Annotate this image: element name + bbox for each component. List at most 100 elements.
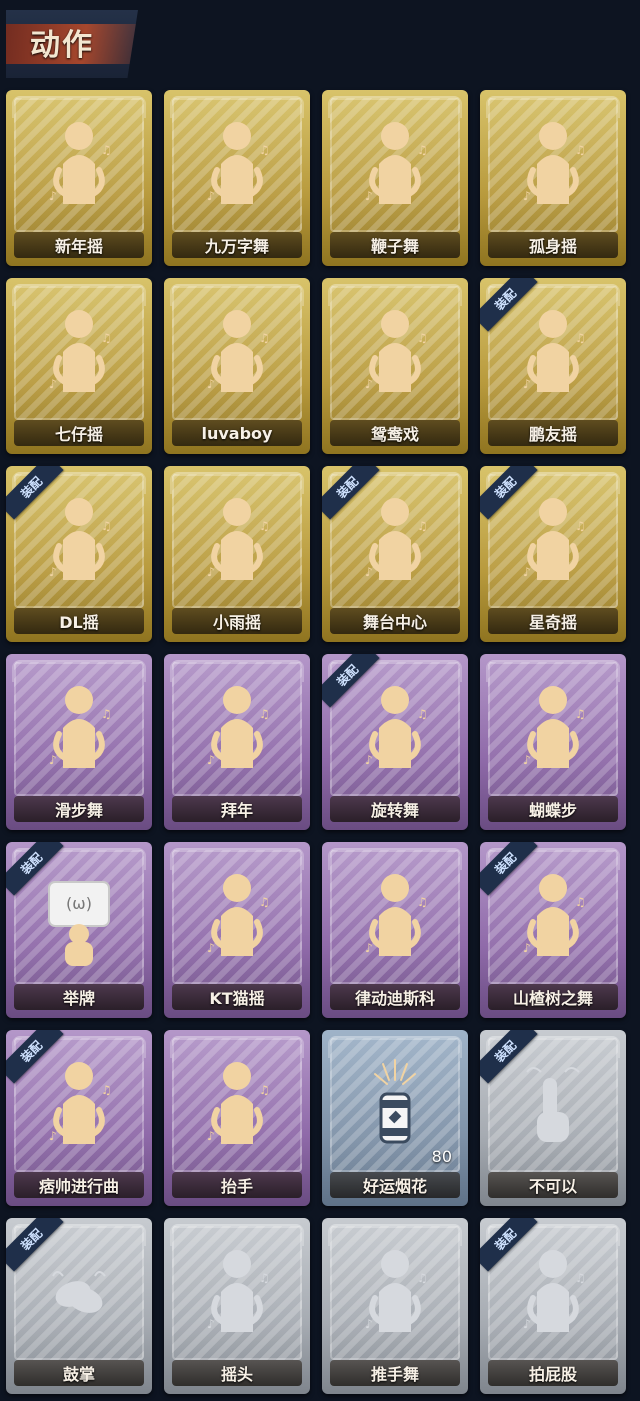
- emote-card[interactable]: ♪ ♫ 滑步舞: [6, 654, 152, 830]
- section-title: 动作: [30, 28, 94, 63]
- svg-text:♫: ♫: [101, 331, 112, 345]
- emote-label: 七仔摇: [14, 420, 144, 446]
- dance-figure-icon: ♪ ♫: [515, 678, 591, 782]
- emote-card[interactable]: ♪ ♫ 抬手: [164, 1030, 310, 1206]
- svg-text:♪: ♪: [523, 565, 531, 579]
- svg-text:♫: ♫: [575, 519, 586, 533]
- svg-text:♪: ♪: [365, 941, 373, 955]
- svg-text:♫: ♫: [575, 707, 586, 721]
- clapping-hands-icon: [41, 1242, 117, 1346]
- svg-text:♫: ♫: [575, 895, 586, 909]
- svg-text:♪: ♪: [49, 189, 57, 203]
- svg-text:♪: ♪: [49, 565, 57, 579]
- emote-label: DL摇: [14, 608, 144, 634]
- item-count: 80: [431, 1147, 452, 1166]
- svg-text:♪: ♪: [523, 753, 531, 767]
- firework-icon: [357, 1054, 433, 1158]
- dance-figure-icon: ♪ ♫: [515, 114, 591, 218]
- dance-figure-icon: ♪ ♫: [41, 678, 117, 782]
- svg-text:♫: ♫: [101, 1083, 112, 1097]
- dance-figure-icon: ♪ ♫: [199, 490, 275, 594]
- emote-card[interactable]: ♪ ♫ 装配 星奇摇: [480, 466, 626, 642]
- dance-figure-icon: ♪ ♫: [41, 114, 117, 218]
- svg-text:♫: ♫: [259, 331, 270, 345]
- emote-card[interactable]: ♪ ♫ 律动迪斯科: [322, 842, 468, 1018]
- emote-card[interactable]: ♪ ♫ 装配 鹏友摇: [480, 278, 626, 454]
- dance-figure-icon: ♪ ♫: [515, 1242, 591, 1346]
- emote-card[interactable]: ♪ ♫ luvaboy: [164, 278, 310, 454]
- emote-card[interactable]: ♪ ♫ 推手舞: [322, 1218, 468, 1394]
- dance-figure-icon: ♪ ♫: [357, 678, 433, 782]
- svg-text:♫: ♫: [259, 707, 270, 721]
- dance-figure-icon: ♪ ♫: [199, 866, 275, 970]
- emote-card[interactable]: ♪ ♫ 孤身摇: [480, 90, 626, 266]
- dance-figure-icon: ♪ ♫: [515, 302, 591, 406]
- emote-label: 举牌: [14, 984, 144, 1010]
- svg-text:♫: ♫: [417, 519, 428, 533]
- emote-card[interactable]: ♪ ♫ 拜年: [164, 654, 310, 830]
- svg-text:♫: ♫: [417, 707, 428, 721]
- emote-card[interactable]: ♪ ♫ 装配 拍屁股: [480, 1218, 626, 1394]
- emote-card[interactable]: (ω) 装配 举牌: [6, 842, 152, 1018]
- emote-label: 旋转舞: [330, 796, 460, 822]
- dance-figure-icon: ♪ ♫: [357, 114, 433, 218]
- svg-text:(ω): (ω): [66, 894, 92, 913]
- emote-card[interactable]: ♪ ♫ 新年摇: [6, 90, 152, 266]
- emote-card[interactable]: ♪ ♫ 装配 舞台中心: [322, 466, 468, 642]
- svg-text:♪: ♪: [49, 1129, 57, 1143]
- svg-text:♪: ♪: [207, 753, 215, 767]
- emote-label: 滑步舞: [14, 796, 144, 822]
- emote-label: 抬手: [172, 1172, 302, 1198]
- emote-card[interactable]: 80 好运烟花: [322, 1030, 468, 1206]
- emote-label: 山楂树之舞: [488, 984, 618, 1010]
- emote-label: 痞帅进行曲: [14, 1172, 144, 1198]
- emote-card[interactable]: ♪ ♫ KT猫摇: [164, 842, 310, 1018]
- svg-text:♫: ♫: [417, 331, 428, 345]
- dance-figure-icon: ♪ ♫: [357, 1242, 433, 1346]
- emote-card[interactable]: ♪ ♫ 装配 DL摇: [6, 466, 152, 642]
- finger-wag-icon: [515, 1054, 591, 1158]
- emote-label: 小雨摇: [172, 608, 302, 634]
- svg-text:♫: ♫: [259, 1083, 270, 1097]
- emote-label: luvaboy: [172, 420, 302, 446]
- emote-card[interactable]: ♪ ♫ 装配 痞帅进行曲: [6, 1030, 152, 1206]
- svg-text:♪: ♪: [365, 377, 373, 391]
- emote-card[interactable]: ♪ ♫ 鸳鸯戏: [322, 278, 468, 454]
- emote-label: 星奇摇: [488, 608, 618, 634]
- emote-card[interactable]: ♪ ♫ 小雨摇: [164, 466, 310, 642]
- svg-text:♪: ♪: [207, 377, 215, 391]
- emote-label: 好运烟花: [330, 1172, 460, 1198]
- dance-figure-icon: ♪ ♫: [357, 302, 433, 406]
- svg-text:♪: ♪: [365, 753, 373, 767]
- svg-text:♫: ♫: [101, 707, 112, 721]
- dance-figure-icon: ♪ ♫: [41, 302, 117, 406]
- dance-figure-icon: ♪ ♫: [199, 678, 275, 782]
- emote-card[interactable]: ♪ ♫ 七仔摇: [6, 278, 152, 454]
- svg-text:♪: ♪: [365, 1317, 373, 1331]
- emote-card[interactable]: ♪ ♫ 鞭子舞: [322, 90, 468, 266]
- dance-figure-icon: ♪ ♫: [199, 1054, 275, 1158]
- svg-text:♫: ♫: [575, 331, 586, 345]
- svg-text:♪: ♪: [523, 1317, 531, 1331]
- emote-card[interactable]: ♪ ♫ 摇头: [164, 1218, 310, 1394]
- emote-label: 摇头: [172, 1360, 302, 1386]
- emote-label: 拍屁股: [488, 1360, 618, 1386]
- emote-label: 鼓掌: [14, 1360, 144, 1386]
- svg-text:♫: ♫: [259, 519, 270, 533]
- emote-card[interactable]: ♪ ♫ 装配 山楂树之舞: [480, 842, 626, 1018]
- emote-label: 新年摇: [14, 232, 144, 258]
- emote-card[interactable]: ♪ ♫ 装配 旋转舞: [322, 654, 468, 830]
- emote-label: 鸳鸯戏: [330, 420, 460, 446]
- emote-label: 不可以: [488, 1172, 618, 1198]
- svg-text:♫: ♫: [259, 1271, 270, 1285]
- svg-text:♫: ♫: [417, 143, 428, 157]
- emote-card[interactable]: 装配 不可以: [480, 1030, 626, 1206]
- dance-figure-icon: ♪ ♫: [41, 490, 117, 594]
- emote-card[interactable]: ♪ ♫ 九万字舞: [164, 90, 310, 266]
- emote-label: 推手舞: [330, 1360, 460, 1386]
- dance-figure-icon: ♪ ♫: [41, 1054, 117, 1158]
- emote-card[interactable]: 装配 鼓掌: [6, 1218, 152, 1394]
- dance-figure-icon: ♪ ♫: [199, 302, 275, 406]
- svg-text:♪: ♪: [49, 377, 57, 391]
- emote-card[interactable]: ♪ ♫ 蝴蝶步: [480, 654, 626, 830]
